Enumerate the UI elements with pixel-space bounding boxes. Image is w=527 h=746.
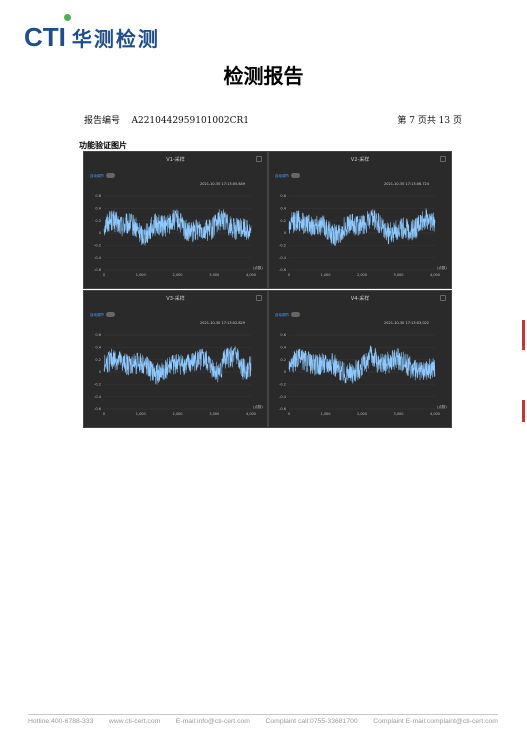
y-tick-label: -0.6 xyxy=(94,268,101,272)
stamp-edge-mark xyxy=(522,400,525,422)
y-tick-label: 0 xyxy=(99,370,101,374)
auto-adjust-toggle[interactable] xyxy=(106,312,115,317)
y-tick-label: -0.4 xyxy=(94,256,102,260)
chart-panel-v4: 0.6 0.4 0.2 0 -0.2 -0.4 -0.6 0 1,000 2,000 3,000 4,… xyxy=(268,290,452,428)
y-tick-label: 0.2 xyxy=(95,358,101,362)
y-tick-label: 0 xyxy=(99,231,101,235)
y-tick-label: -0.4 xyxy=(279,395,287,399)
y-tick-label: -0.6 xyxy=(94,407,101,411)
page-title: 检测报告 xyxy=(223,64,304,88)
y-tick-label: 0.2 xyxy=(280,358,286,362)
expand-icon[interactable] xyxy=(440,295,446,301)
toggle-label: 自动调节 xyxy=(90,174,104,178)
x-tick-label: 4,000 xyxy=(430,273,440,277)
x-tick-label: 0 xyxy=(288,273,290,277)
x-tick-label: 0 xyxy=(103,412,105,416)
expand-icon[interactable] xyxy=(256,295,262,301)
x-tick-label: 1,000 xyxy=(136,412,146,416)
y-tick-label: 0 xyxy=(284,370,286,374)
logo-chinese-text: 华测检测 xyxy=(71,26,160,51)
logo-dot-icon xyxy=(64,14,71,21)
y-tick-label: 0.6 xyxy=(95,333,101,337)
x-tick-label: 3,000 xyxy=(393,273,403,277)
footer-website[interactable]: www.cti-cert.com xyxy=(109,718,160,725)
x-axis-unit: (点数) xyxy=(253,404,263,409)
y-tick-label: -0.2 xyxy=(94,244,101,248)
chart-timestamp: 2021-10-30 17:13:05.849 xyxy=(200,182,245,186)
y-tick-label: 0.4 xyxy=(280,207,286,211)
footer-complaint-call: Complaint call:0755-33681700 xyxy=(265,718,358,725)
footer-email[interactable]: E-mail:info@cti-cert.com xyxy=(176,718,250,725)
section-label: 功能验证图片 xyxy=(79,141,127,150)
y-tick-label: -0.2 xyxy=(279,383,286,387)
chart-title: V4-采样 xyxy=(350,296,370,302)
x-tick-label: 0 xyxy=(288,412,290,416)
x-tick-label: 3,000 xyxy=(209,273,219,277)
y-tick-label: -0.6 xyxy=(279,268,286,272)
y-tick-label: -0.2 xyxy=(94,383,101,387)
footer-divider xyxy=(28,714,498,715)
signal-series-line xyxy=(288,208,436,246)
page-info: 第 7 页共 13 页 xyxy=(397,116,462,126)
y-tick-label: -0.4 xyxy=(94,395,102,399)
x-tick-label: 2,000 xyxy=(172,273,182,277)
chart-timestamp: 2021-10-30 17:13:06.724 xyxy=(384,182,429,186)
x-tick-label: 4,000 xyxy=(246,412,256,416)
x-tick-label: 3,000 xyxy=(209,412,219,416)
y-tick-label: 0.4 xyxy=(95,346,101,350)
x-tick-label: 4,000 xyxy=(246,273,256,277)
x-tick-label: 2,000 xyxy=(357,273,367,277)
y-tick-label: -0.4 xyxy=(279,256,287,260)
toggle-label: 自动调节 xyxy=(275,174,289,178)
x-axis-unit: (点数) xyxy=(437,404,447,409)
chart-panel-v1: 0.6 0.4 0.2 0 -0.2 -0.4 -0.6 0 1,000 2,000 3,000 4,… xyxy=(83,151,268,289)
signal-series-line xyxy=(288,345,436,384)
x-tick-label: 1,000 xyxy=(136,273,146,277)
y-tick-label: 0 xyxy=(284,231,286,235)
expand-icon[interactable] xyxy=(440,156,446,162)
logo-cti-text: CTI xyxy=(24,21,66,52)
x-tick-label: 2,000 xyxy=(357,412,367,416)
y-tick-label: 0.6 xyxy=(280,333,286,337)
chart-title: V2-采样 xyxy=(350,157,370,163)
footer-contact: Hotline:400-6788-333 www.cti-cert.com E-… xyxy=(28,718,498,725)
y-tick-label: 0.6 xyxy=(280,194,286,198)
x-axis-unit: (点数) xyxy=(253,265,263,270)
x-tick-label: 1,000 xyxy=(320,273,330,277)
company-logo: CTI 华测检测 xyxy=(24,14,160,54)
x-tick-label: 2,000 xyxy=(172,412,182,416)
y-tick-label: 0.2 xyxy=(280,219,286,223)
y-tick-label: -0.6 xyxy=(279,407,286,411)
toggle-label: 自动调节 xyxy=(275,313,289,317)
x-axis-unit: (点数) xyxy=(437,265,447,270)
chart-title: V1-采样 xyxy=(166,157,185,163)
stamp-edge-mark xyxy=(522,320,525,350)
expand-icon[interactable] xyxy=(256,156,262,162)
x-tick-label: 0 xyxy=(103,273,105,277)
y-tick-label: 0.4 xyxy=(95,207,101,211)
x-tick-label: 3,000 xyxy=(393,412,403,416)
y-tick-label: 0.6 xyxy=(95,194,101,198)
auto-adjust-toggle[interactable] xyxy=(291,173,300,178)
auto-adjust-toggle[interactable] xyxy=(291,312,300,317)
y-tick-label: 0.2 xyxy=(95,219,101,223)
report-number-value: A2210442959101002CR1 xyxy=(131,116,249,126)
report-number: 报告编号 A2210442959101002CR1 xyxy=(84,113,249,126)
y-tick-label: 0.4 xyxy=(280,346,286,350)
chart-panel-v3: 0.6 0.4 0.2 0 -0.2 -0.4 -0.6 0 1,000 2,000 3,000 4,… xyxy=(83,290,268,428)
x-tick-label: 4,000 xyxy=(430,412,440,416)
toggle-label: 自动调节 xyxy=(90,313,104,317)
chart-timestamp: 2021-10-30 17:13:02.829 xyxy=(200,321,245,325)
report-number-label: 报告编号 xyxy=(84,116,121,126)
chart-timestamp: 2021-10-30 17:13:03.022 xyxy=(384,321,429,325)
signal-series-line xyxy=(103,346,252,385)
footer-hotline: Hotline:400-6788-333 xyxy=(28,718,94,725)
x-tick-label: 1,000 xyxy=(320,412,330,416)
auto-adjust-toggle[interactable] xyxy=(106,173,115,178)
footer-complaint-email[interactable]: Complaint E-mail:complaint@cti-cert.com xyxy=(373,718,498,725)
chart-panel-v2: 0.6 0.4 0.2 0 -0.2 -0.4 -0.6 0 1,000 2,000 3,000 4,… xyxy=(268,151,452,289)
chart-title: V3-采样 xyxy=(166,296,185,302)
y-tick-label: -0.2 xyxy=(279,244,286,248)
signal-series-line xyxy=(103,209,252,246)
